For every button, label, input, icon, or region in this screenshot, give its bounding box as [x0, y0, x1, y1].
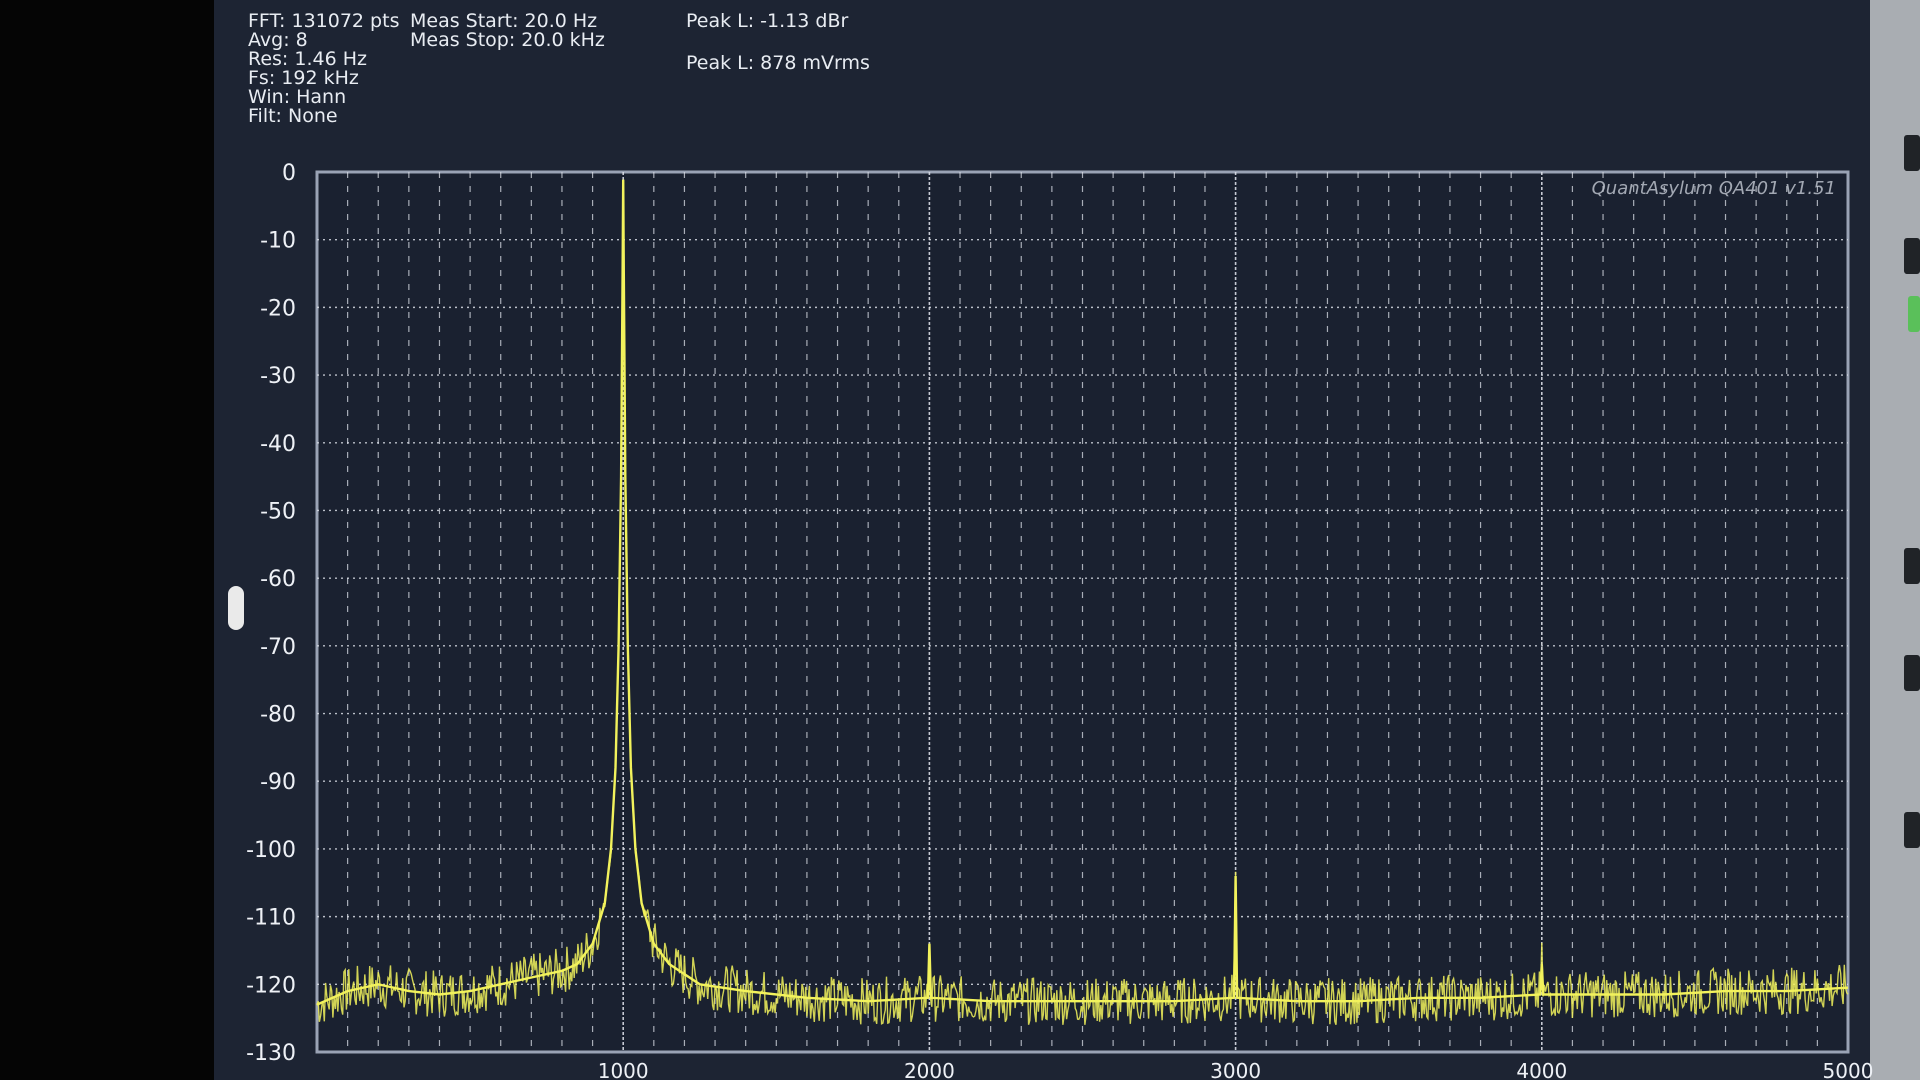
y-tick-label: -50 — [260, 499, 296, 524]
y-tick-label: -90 — [260, 770, 296, 795]
y-tick-label: -130 — [246, 1041, 296, 1066]
y-tick-label: -20 — [260, 296, 296, 321]
y-tick-label: -100 — [246, 838, 296, 863]
y-tick-label: -10 — [260, 229, 296, 254]
spectrum-chart: 0 -10 -20 -30 -40 -50 -60 -70 -80 -90 -100 -110 -120… — [246, 161, 1874, 1080]
y-tick-label: -30 — [260, 364, 296, 389]
y-tick-label: -120 — [246, 973, 296, 998]
y-tick-label: -110 — [246, 906, 296, 931]
y-tick-label: -40 — [260, 432, 296, 457]
y-tick-label: -70 — [260, 635, 296, 660]
x-tick-label: 3000 — [1210, 1059, 1261, 1080]
x-tick-label: 2000 — [904, 1059, 955, 1080]
watermark-label: QuantAsylum QA401 v1.51 — [1592, 178, 1836, 199]
x-tick-label: 5000 — [1823, 1059, 1874, 1080]
x-tick-label: 1000 — [598, 1059, 649, 1080]
y-tick-label: 0 — [282, 161, 296, 186]
y-tick-label: -80 — [260, 703, 296, 728]
x-tick-label: 4000 — [1516, 1059, 1567, 1080]
y-tick-label: -60 — [260, 567, 296, 592]
